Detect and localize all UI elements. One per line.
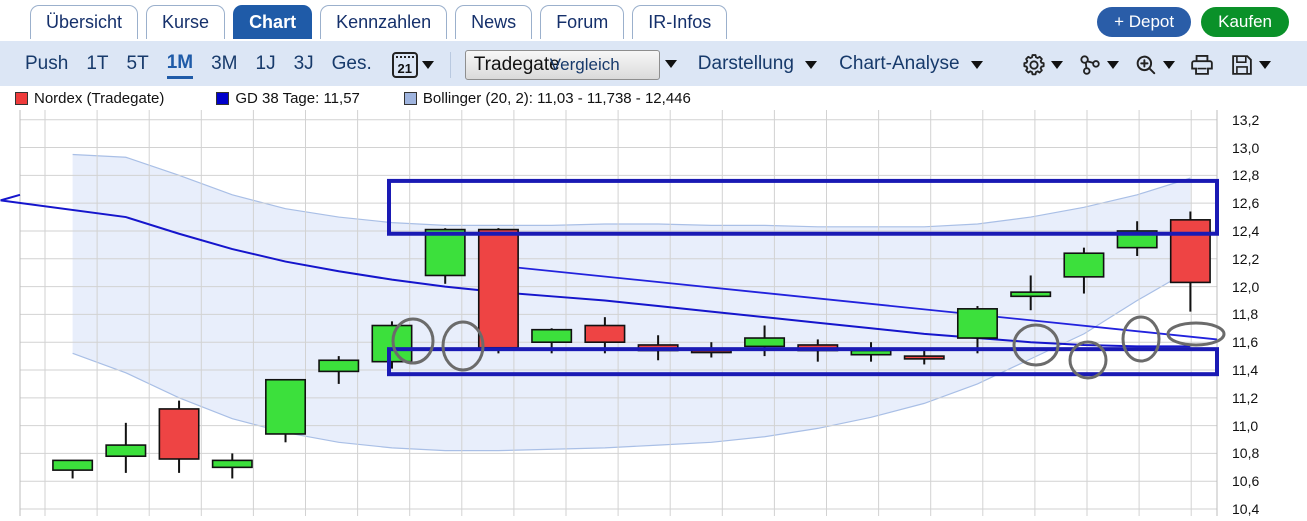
printer-icon: [1191, 54, 1213, 75]
y-axis-tick: 11,4: [1232, 362, 1259, 378]
tab--bersicht[interactable]: Übersicht: [30, 5, 139, 39]
chevron-down-icon: [970, 61, 983, 69]
save-icon: [1232, 55, 1252, 75]
time-range-group: 1T 5T 1M 3M 1J 3J Ges.: [68, 52, 372, 79]
chart-canvas[interactable]: [0, 110, 1307, 516]
chevron-down-icon: [1106, 61, 1119, 69]
chevron-down-icon: [805, 61, 818, 69]
push-button[interactable]: Push: [25, 53, 68, 77]
y-axis-tick: 12,2: [1232, 250, 1260, 267]
candle-body[interactable]: [1010, 291, 1052, 298]
y-axis-tick: 13,2: [1232, 111, 1260, 128]
chart-toolbar: Push 1T 5T 1M 3M 1J 3J Ges. 21 Tradegate Vergl…: [0, 44, 1307, 86]
legend-item-price[interactable]: Nordex (Tradegate): [15, 90, 164, 107]
settings-button[interactable]: [1021, 52, 1063, 78]
exchange-and-compare: Tradegate Vergleich: [464, 50, 677, 80]
tab-news[interactable]: News: [455, 5, 533, 39]
range-3j[interactable]: 3J: [294, 53, 314, 77]
range-ges[interactable]: Ges.: [332, 53, 372, 77]
gear-icon: [1023, 54, 1045, 76]
range-1m[interactable]: 1M: [166, 52, 194, 79]
chart-legend: Nordex (Tradegate) GD 38 Tage: 11,57 Bol…: [0, 86, 1307, 111]
darstellung-dropdown[interactable]: Darstellung: [697, 53, 818, 77]
legend-label: Bollinger (20, 2): 11,03 - 11,738 - 12,4…: [422, 89, 691, 107]
darstellung-label: Darstellung: [697, 53, 794, 74]
exchange-select[interactable]: Tradegate: [464, 50, 660, 80]
candle-body[interactable]: [265, 378, 307, 435]
calendar-picker[interactable]: 21: [391, 52, 434, 78]
y-axis-tick: 12,0: [1232, 278, 1260, 295]
save-button[interactable]: [1229, 52, 1271, 78]
candle-body[interactable]: [850, 349, 892, 356]
tab-kennzahlen[interactable]: Kennzahlen: [320, 5, 448, 39]
y-axis-tick: 12,4: [1232, 222, 1260, 239]
candle-body[interactable]: [903, 355, 945, 360]
y-axis-tick: 12,6: [1232, 195, 1260, 212]
candle-body[interactable]: [584, 324, 626, 343]
legend-color-swatch: [15, 91, 28, 105]
tab-forum[interactable]: Forum: [540, 5, 625, 39]
candle-body[interactable]: [211, 459, 253, 469]
chevron-down-icon[interactable]: [664, 60, 677, 68]
zoom-in-icon: [1136, 55, 1156, 75]
candle-body[interactable]: [1169, 219, 1211, 284]
legend-color-swatch: [216, 91, 230, 105]
stock-chart-page: Übersicht Kurse Chart Kennzahlen News Forum IR…: [0, 0, 1307, 518]
tab-list: Übersicht Kurse Chart Kennzahlen News Forum IR…: [30, 5, 728, 39]
share-nodes-icon: [1080, 55, 1100, 75]
candle-body[interactable]: [1063, 252, 1105, 278]
range-1t[interactable]: 1T: [86, 53, 108, 77]
zoom-button[interactable]: [1133, 52, 1175, 78]
buy-button[interactable]: Kaufen: [1201, 7, 1289, 37]
candle-body[interactable]: [158, 408, 200, 460]
y-axis-tick: 12,8: [1232, 167, 1260, 184]
tab-bar: Übersicht Kurse Chart Kennzahlen News Forum IR…: [0, 0, 1307, 44]
chart-analyse-dropdown[interactable]: Chart-Analyse: [839, 53, 983, 77]
range-5t[interactable]: 5T: [127, 53, 149, 77]
y-axis-tick: 11,2: [1232, 389, 1259, 406]
candle-body[interactable]: [956, 308, 998, 339]
calendar-icon: 21: [391, 52, 418, 78]
y-axis-tick: 11,8: [1232, 306, 1259, 323]
range-3m[interactable]: 3M: [211, 53, 237, 77]
y-axis-tick: 10,4: [1232, 501, 1260, 518]
top-action-buttons: + Depot Kaufen: [1097, 7, 1289, 37]
y-axis-tick: 11,0: [1232, 417, 1259, 434]
chevron-down-icon: [1050, 61, 1063, 69]
y-axis-tick: 13,0: [1232, 139, 1260, 156]
candle-body[interactable]: [531, 328, 573, 343]
toolbar-icon-group: [1021, 52, 1271, 78]
legend-label: GD 38 Tage: 11,57: [235, 89, 360, 107]
y-axis-tick: 10,8: [1232, 445, 1260, 462]
candle-body[interactable]: [477, 228, 519, 349]
add-depot-button[interactable]: + Depot: [1097, 7, 1192, 37]
chevron-down-icon: [1162, 61, 1175, 69]
legend-label: Nordex (Tradegate): [34, 89, 165, 107]
y-axis-tick: 10,6: [1232, 473, 1260, 490]
legend-item-bollinger[interactable]: Bollinger (20, 2): 11,03 - 11,738 - 12,4…: [403, 89, 691, 107]
candle-body[interactable]: [105, 444, 147, 458]
candle-body[interactable]: [424, 228, 466, 277]
toolbar-divider: [449, 52, 451, 78]
print-button[interactable]: [1189, 52, 1215, 78]
chart-analyse-label: Chart-Analyse: [839, 53, 960, 74]
candle-body[interactable]: [52, 459, 94, 471]
share-button[interactable]: [1077, 52, 1119, 78]
chevron-down-icon: [1258, 61, 1271, 69]
candle-body[interactable]: [744, 337, 786, 348]
tab-kurse[interactable]: Kurse: [146, 5, 226, 39]
tab-ir-infos[interactable]: IR-Infos: [632, 5, 728, 39]
candle-body[interactable]: [318, 359, 360, 373]
y-axis-tick: 11,6: [1232, 334, 1259, 351]
tab-chart[interactable]: Chart: [233, 5, 313, 39]
chevron-down-icon: [421, 61, 434, 69]
price-chart[interactable]: 13,2 13,0 12,8 12,6 12,4 12,2 12,0 11,8 11,6 11,4…: [0, 110, 1307, 518]
legend-item-gd38[interactable]: GD 38 Tage: 11,57: [216, 90, 360, 107]
legend-color-swatch: [403, 91, 417, 105]
range-1j[interactable]: 1J: [256, 53, 276, 77]
